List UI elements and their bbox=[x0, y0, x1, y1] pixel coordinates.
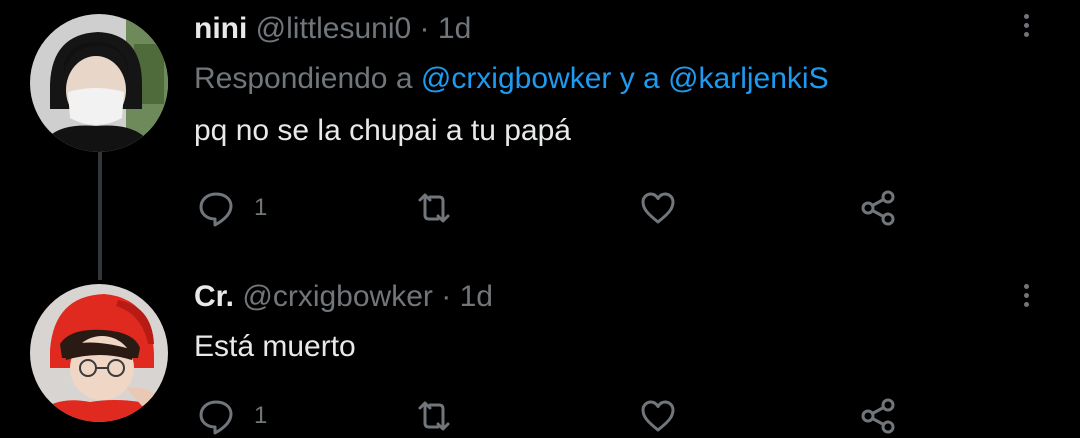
avatar-image bbox=[30, 284, 168, 422]
replying-to-label: Respondiendo a bbox=[194, 62, 413, 95]
tweet-actions: 1 bbox=[196, 186, 916, 230]
retweet-icon bbox=[418, 401, 450, 431]
reply-count: 1 bbox=[254, 402, 268, 429]
timestamp[interactable]: 1d bbox=[438, 12, 471, 45]
tweet-text: Está muerto bbox=[194, 330, 356, 363]
tweet-actions: 1 bbox=[196, 394, 916, 438]
tweet-header: Cr. @crxigbowker · 1d bbox=[194, 280, 493, 314]
mention-link[interactable]: @karljenkiS bbox=[668, 62, 829, 95]
tweet[interactable]: nini @littlesuni0 · 1d Respondiendo a @c… bbox=[0, 0, 1080, 260]
more-vertical-icon bbox=[1018, 284, 1034, 307]
share-button[interactable] bbox=[858, 394, 898, 438]
reply-count: 1 bbox=[254, 194, 268, 221]
retweet-button[interactable] bbox=[414, 394, 454, 438]
tweet-header: nini @littlesuni0 · 1d bbox=[194, 12, 471, 46]
share-icon bbox=[861, 190, 895, 226]
more-options-button[interactable] bbox=[1018, 10, 1034, 50]
reply-icon bbox=[199, 192, 233, 227]
retweet-icon bbox=[418, 193, 450, 223]
more-options-button[interactable] bbox=[1018, 280, 1034, 320]
display-name[interactable]: Cr. bbox=[194, 280, 234, 313]
tweet-text: pq no se la chupai a tu papá bbox=[194, 114, 571, 147]
user-handle[interactable]: @littlesuni0 bbox=[256, 12, 412, 45]
like-button[interactable] bbox=[638, 394, 678, 438]
retweet-button[interactable] bbox=[414, 186, 454, 230]
reply-button[interactable]: 1 bbox=[196, 186, 267, 230]
timestamp[interactable]: 1d bbox=[460, 280, 493, 313]
tweet[interactable]: Cr. @crxigbowker · 1d Está muerto 1 bbox=[0, 268, 1080, 435]
display-name[interactable]: nini bbox=[194, 12, 247, 45]
mention-link[interactable]: @crxigbowker bbox=[421, 62, 612, 95]
avatar[interactable] bbox=[30, 14, 168, 152]
avatar-image bbox=[30, 14, 168, 152]
reply-icon bbox=[199, 400, 233, 435]
mention-joiner: y a bbox=[619, 62, 660, 95]
heart-icon bbox=[641, 400, 675, 432]
avatar[interactable] bbox=[30, 284, 168, 422]
replying-to-line: Respondiendo a @crxigbowker y a @karljen… bbox=[194, 62, 829, 96]
more-vertical-icon bbox=[1018, 14, 1034, 37]
user-handle[interactable]: @crxigbowker bbox=[242, 280, 433, 313]
like-button[interactable] bbox=[638, 186, 678, 230]
reply-button[interactable]: 1 bbox=[196, 394, 267, 438]
separator: · bbox=[419, 12, 430, 45]
share-button[interactable] bbox=[858, 186, 898, 230]
separator: · bbox=[441, 280, 452, 313]
heart-icon bbox=[641, 192, 675, 224]
share-icon bbox=[861, 398, 895, 434]
